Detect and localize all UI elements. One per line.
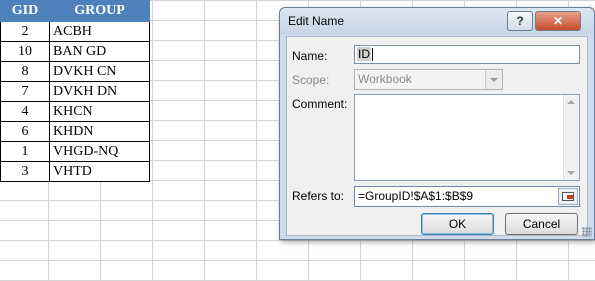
cell-gid[interactable]: 1 [0, 141, 50, 162]
name-value: ID [357, 47, 371, 61]
range-collapse-button[interactable] [558, 188, 578, 205]
range-arrow-icon [567, 195, 573, 199]
chevron-down-icon[interactable] [485, 70, 502, 89]
cell-group[interactable]: DVKH CN [49, 61, 150, 82]
dialog-title: Edit Name [288, 14, 345, 28]
table-row: 7 DVKH DN [0, 81, 150, 102]
cell-gid[interactable]: 2 [0, 21, 50, 42]
table-row: 3 VHTD [0, 161, 150, 182]
cell-group[interactable]: DVKH DN [49, 81, 150, 102]
resize-grip-icon[interactable] [582, 227, 592, 237]
name-field[interactable]: ID [354, 45, 580, 64]
edit-name-dialog: Edit Name ? ✕ Name: ID Scope: Workbook C… [279, 7, 595, 240]
comment-scrollbar[interactable] [563, 95, 579, 180]
ok-button-label: OK [448, 217, 467, 231]
scroll-down-icon[interactable] [567, 171, 575, 175]
cell-gid[interactable]: 3 [0, 161, 50, 182]
cell-gid[interactable]: 8 [0, 61, 50, 82]
refers-to-field[interactable]: =GroupID!$A$1:$B$9 [354, 186, 580, 207]
close-button[interactable]: ✕ [535, 11, 581, 31]
cell-group[interactable]: KHCN [49, 101, 150, 122]
cancel-button-label: Cancel [522, 217, 561, 231]
table-row: 1 VHGD-NQ [0, 141, 150, 162]
header-cell-gid[interactable]: GID [0, 0, 50, 22]
scope-value: Workbook [358, 72, 412, 86]
table-row: 8 DVKH CN [0, 61, 150, 82]
table-row: 2 ACBH [0, 21, 150, 42]
header-row: GID GROUP [0, 0, 150, 22]
name-label: Name: [292, 49, 328, 63]
header-cell-group[interactable]: GROUP [49, 0, 150, 22]
ok-button[interactable]: OK [421, 213, 494, 235]
table-row: 4 KHCN [0, 101, 150, 122]
cell-group[interactable]: VHGD-NQ [49, 141, 150, 162]
group-table: GID GROUP 2 ACBH 10 BAN GD 8 DVKH CN 7 D… [0, 0, 150, 182]
text-caret [372, 48, 373, 61]
cell-group[interactable]: ACBH [49, 21, 150, 42]
dialog-body: Name: ID Scope: Workbook Comment: Refers… [286, 36, 588, 236]
cell-group[interactable]: BAN GD [49, 41, 150, 62]
cell-gid[interactable]: 10 [0, 41, 50, 62]
comment-label: Comment: [292, 97, 348, 111]
dialog-titlebar[interactable]: Edit Name ? ✕ [280, 8, 594, 34]
cell-gid[interactable]: 7 [0, 81, 50, 102]
cell-group[interactable]: VHTD [49, 161, 150, 182]
refers-to-label: Refers to: [292, 189, 345, 203]
comment-textarea[interactable] [354, 94, 580, 181]
table-row: 10 BAN GD [0, 41, 150, 62]
cell-group[interactable]: KHDN [49, 121, 150, 142]
help-icon: ? [516, 14, 524, 28]
cell-gid[interactable]: 6 [0, 121, 50, 142]
table-row: 6 KHDN [0, 121, 150, 142]
refers-to-value: =GroupID!$A$1:$B$9 [358, 189, 474, 203]
scope-select[interactable]: Workbook [354, 69, 503, 90]
cell-gid[interactable]: 4 [0, 101, 50, 122]
scope-label: Scope: [292, 73, 330, 87]
close-icon: ✕ [552, 14, 564, 28]
cancel-button[interactable]: Cancel [505, 213, 578, 235]
help-button[interactable]: ? [507, 11, 533, 31]
scroll-up-icon[interactable] [567, 100, 575, 104]
